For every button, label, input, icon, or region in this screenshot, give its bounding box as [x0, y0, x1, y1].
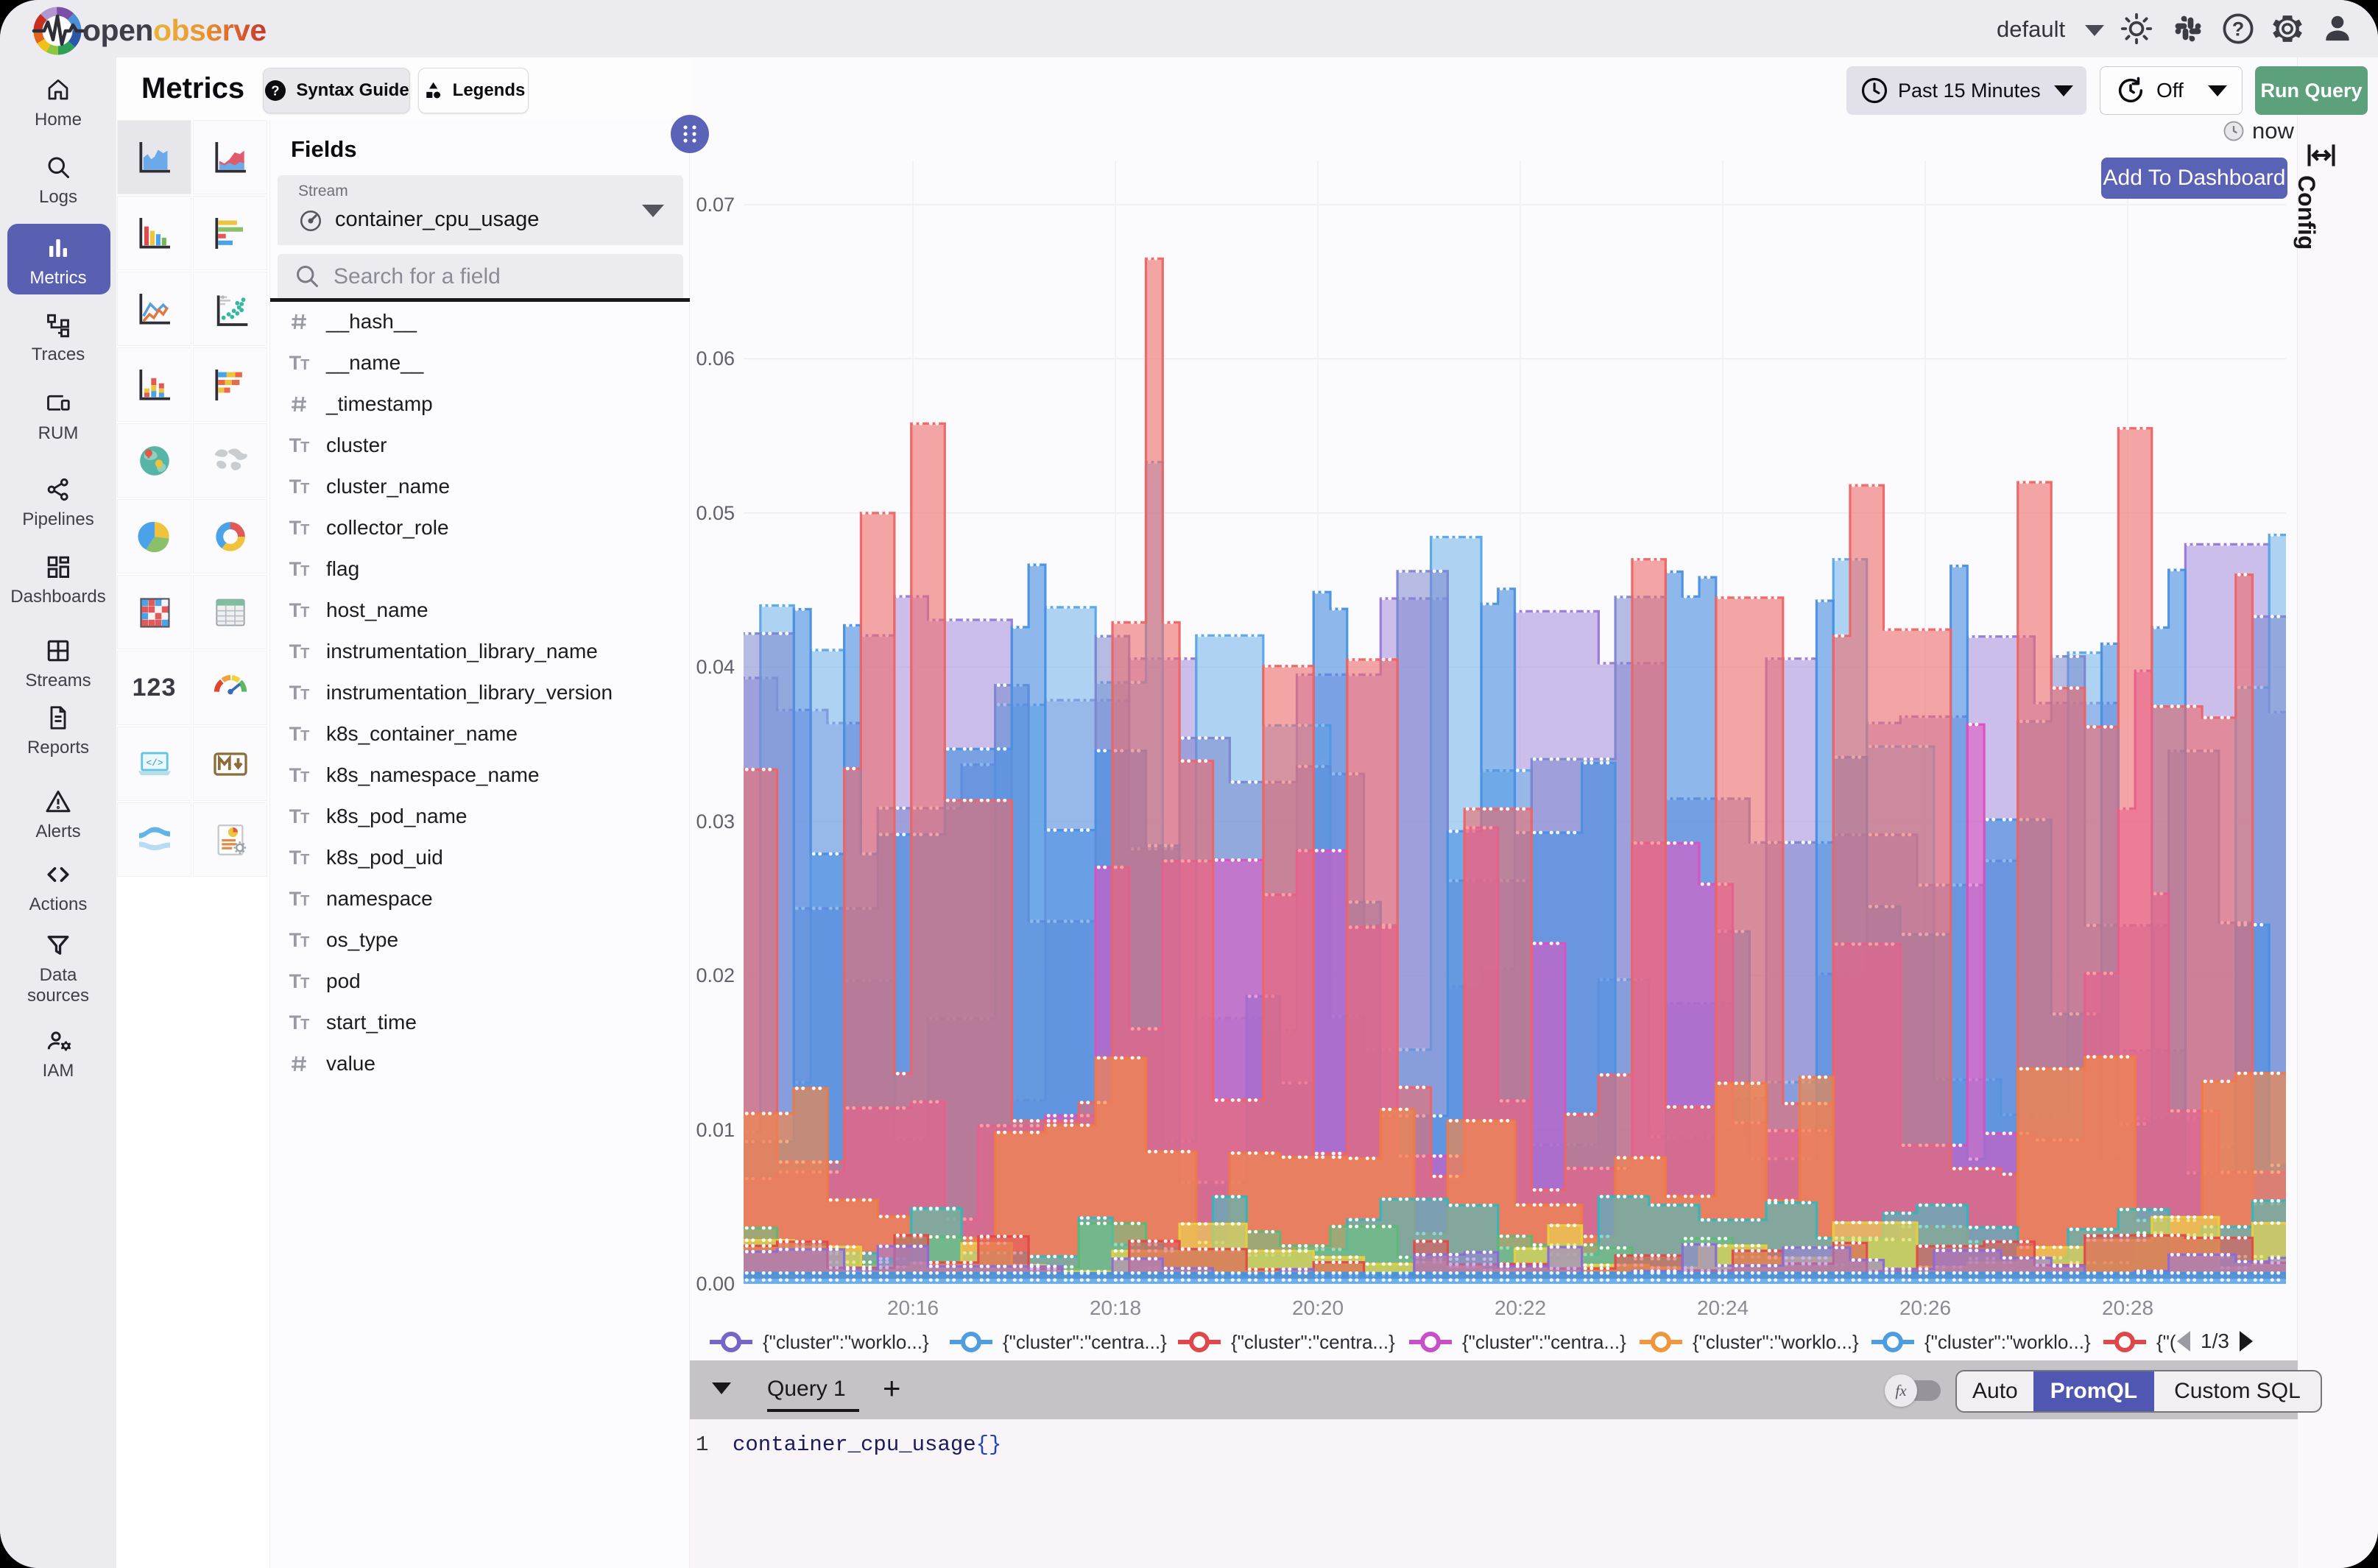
svg-text:?: ?: [272, 83, 280, 99]
